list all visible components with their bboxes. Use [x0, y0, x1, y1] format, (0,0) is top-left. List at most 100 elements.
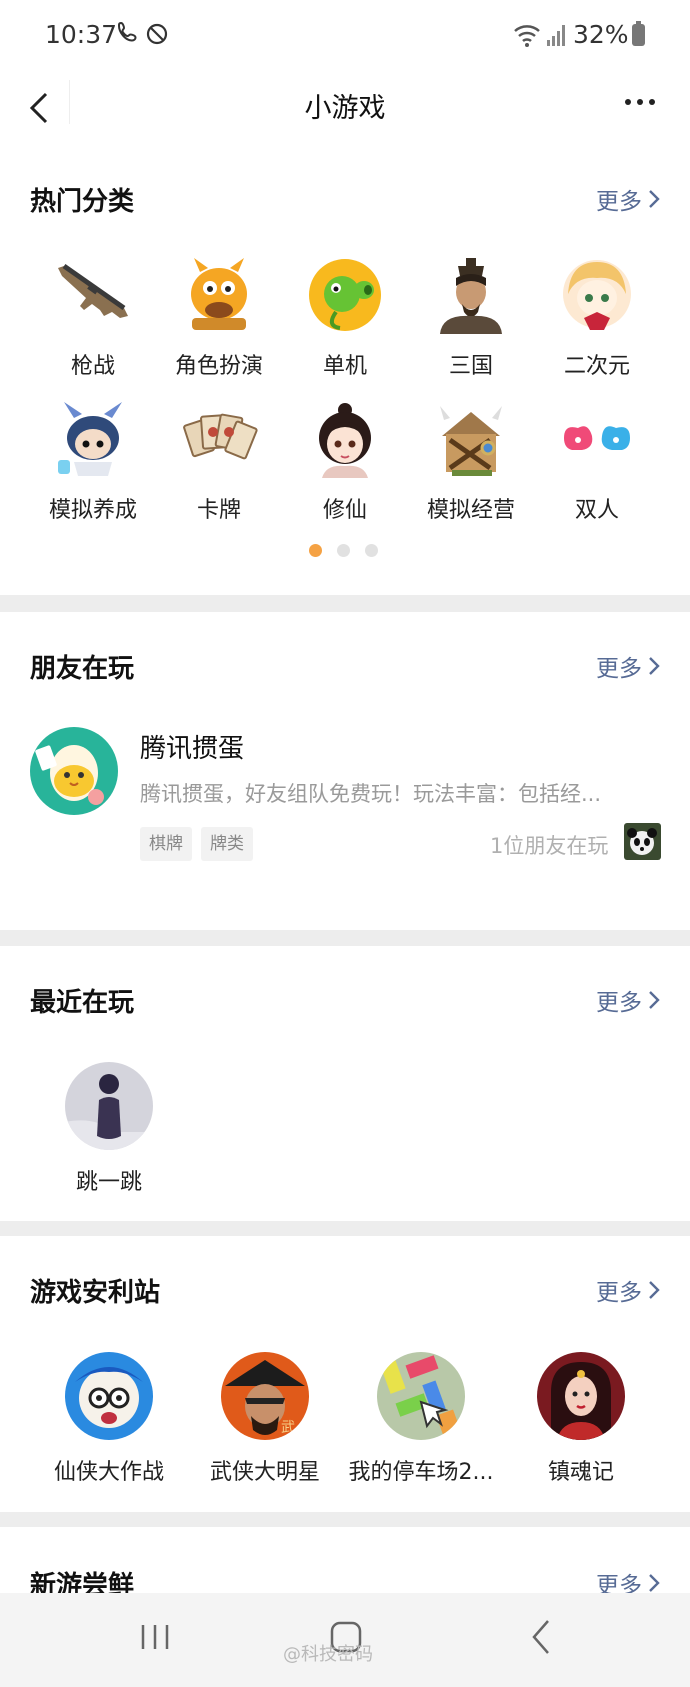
- page-title: 小游戏: [304, 93, 386, 124]
- anime-girl-icon: [563, 260, 631, 330]
- nav-bar: 小游戏: [0, 72, 690, 150]
- game-gifts-section: 游戏安利站 更多 仙侠大作战 武 武侠大明星 我的停车场2... 镇魂记: [0, 1236, 690, 1512]
- more-label: 更多: [596, 990, 642, 1016]
- more-link[interactable]: 更多: [596, 983, 660, 1017]
- friend-avatar[interactable]: [624, 823, 661, 860]
- hot-categories-section: 热门分类 更多 枪战 角色扮演 单机 三国 二次元 模拟养成 卡牌 修仙 模拟经…: [0, 150, 690, 595]
- friend-count: 1位朋友在玩: [490, 834, 609, 858]
- warrior-portrait-icon: [432, 256, 510, 334]
- recommended-game-item[interactable]: 我的停车场2...: [346, 1352, 496, 1486]
- category-label: 卡牌: [196, 498, 241, 523]
- cartoon-beast-icon: [191, 258, 247, 330]
- game-label: 武侠大明星: [209, 1460, 320, 1485]
- category-three-kingdoms[interactable]: 三国: [408, 256, 534, 380]
- more-link[interactable]: 更多: [596, 1273, 660, 1307]
- category-label: 三国: [448, 354, 493, 379]
- game-label: 镇魂记: [547, 1460, 614, 1485]
- category-business-sim[interactable]: 模拟经营: [408, 400, 534, 524]
- game-icon: [537, 1352, 625, 1440]
- category-label: 修仙: [322, 498, 367, 523]
- game-label: 跳一跳: [75, 1170, 142, 1195]
- game-icon: [65, 1062, 153, 1150]
- category-gunfight[interactable]: 枪战: [30, 256, 156, 380]
- section-title: 游戏安利站: [30, 1278, 161, 1308]
- game-avatar: [30, 727, 118, 815]
- more-link[interactable]: 更多: [596, 649, 660, 683]
- parking-puzzle-icon: [377, 1352, 465, 1440]
- wifi-icon: [514, 25, 540, 47]
- friends-playing-section: 朋友在玩 更多 腾讯掼蛋 腾讯掼蛋，好友组队免费玩！玩法丰富：包括经... 棋牌…: [0, 612, 690, 930]
- game-name: 腾讯掼蛋: [140, 734, 245, 764]
- cards-icon: [183, 413, 258, 460]
- more-label: 更多: [596, 189, 642, 215]
- category-label: 双人: [574, 498, 619, 523]
- guandan-egg-icon: [30, 727, 118, 815]
- game-icon: 武: [221, 1352, 309, 1440]
- category-cards[interactable]: 卡牌: [156, 400, 282, 524]
- heroine-icon: [537, 1352, 625, 1440]
- page-indicator: [309, 544, 393, 557]
- battery-percent: 32%: [573, 20, 629, 49]
- category-label: 单机: [322, 354, 367, 379]
- pea-shooter-icon: [309, 259, 381, 331]
- double-heart-icon: [564, 426, 630, 450]
- game-tag: 棋牌: [140, 827, 192, 861]
- rifle-icon: [58, 263, 128, 318]
- recommended-game-item[interactable]: 武 武侠大明星: [190, 1352, 340, 1486]
- swordsman-icon: 武: [221, 1352, 309, 1440]
- more-link[interactable]: 更多: [596, 182, 660, 216]
- status-time: 10:37: [45, 20, 118, 49]
- new-games-section: 新游尝鲜 更多: [0, 1527, 690, 1601]
- chevron-right-icon: [649, 1281, 660, 1299]
- recent-game-item[interactable]: 跳一跳: [34, 1062, 184, 1196]
- section-title: 最近在玩: [30, 988, 135, 1018]
- chevron-right-icon: [649, 190, 660, 208]
- category-label: 模拟养成: [48, 498, 137, 523]
- house-icon: [440, 406, 502, 476]
- recent-playing-section: 最近在玩 更多 跳一跳: [0, 946, 690, 1221]
- category-two-player[interactable]: 双人: [534, 400, 660, 524]
- chevron-right-icon: [649, 1574, 660, 1592]
- svg-text:武: 武: [281, 1420, 295, 1436]
- category-label: 二次元: [563, 354, 630, 379]
- page-dot[interactable]: [365, 544, 378, 557]
- section-title: 朋友在玩: [30, 654, 135, 684]
- more-label: 更多: [596, 1280, 642, 1306]
- page-dot[interactable]: [309, 544, 322, 557]
- recents-icon[interactable]: [131, 1613, 179, 1661]
- category-label: 角色扮演: [174, 354, 263, 379]
- status-bar: 10:37 32%: [0, 0, 690, 72]
- recommended-game-item[interactable]: 仙侠大作战: [34, 1352, 184, 1486]
- back-icon[interactable]: [518, 1613, 566, 1661]
- category-raising-sim[interactable]: 模拟养成: [30, 400, 156, 524]
- cartoon-hero-icon: [65, 1352, 153, 1440]
- no-sync-icon: [146, 23, 168, 45]
- panda-avatar-icon: [624, 823, 661, 860]
- game-icon: [377, 1352, 465, 1440]
- chevron-right-icon: [649, 991, 660, 1009]
- section-title: 热门分类: [30, 187, 135, 217]
- category-label: 模拟经营: [426, 498, 515, 523]
- jump-piece-icon: [65, 1062, 153, 1150]
- watermark: @科技密码: [283, 1644, 373, 1665]
- more-dots-icon[interactable]: [622, 92, 662, 112]
- category-anime[interactable]: 二次元: [534, 256, 660, 380]
- battery-icon: [632, 21, 645, 46]
- category-label: 枪战: [70, 354, 115, 379]
- game-label: 我的停车场2...: [348, 1460, 494, 1485]
- more-label: 更多: [596, 656, 642, 682]
- game-tag: 牌类: [201, 827, 253, 861]
- category-roleplay[interactable]: 角色扮演: [156, 256, 282, 380]
- game-icon: [65, 1352, 153, 1440]
- game-description: 腾讯掼蛋，好友组队免费玩！玩法丰富：包括经...: [140, 782, 602, 806]
- chibi-character-icon: [58, 402, 122, 476]
- signal-icon: [547, 25, 565, 46]
- category-cultivation[interactable]: 修仙: [282, 400, 408, 524]
- recommended-game-item[interactable]: 镇魂记: [506, 1352, 656, 1486]
- call-icon: [116, 20, 140, 50]
- game-label: 仙侠大作战: [53, 1460, 164, 1485]
- immortal-character-icon: [319, 403, 371, 478]
- chevron-right-icon: [649, 657, 660, 675]
- page-dot[interactable]: [337, 544, 350, 557]
- category-single[interactable]: 单机: [282, 256, 408, 380]
